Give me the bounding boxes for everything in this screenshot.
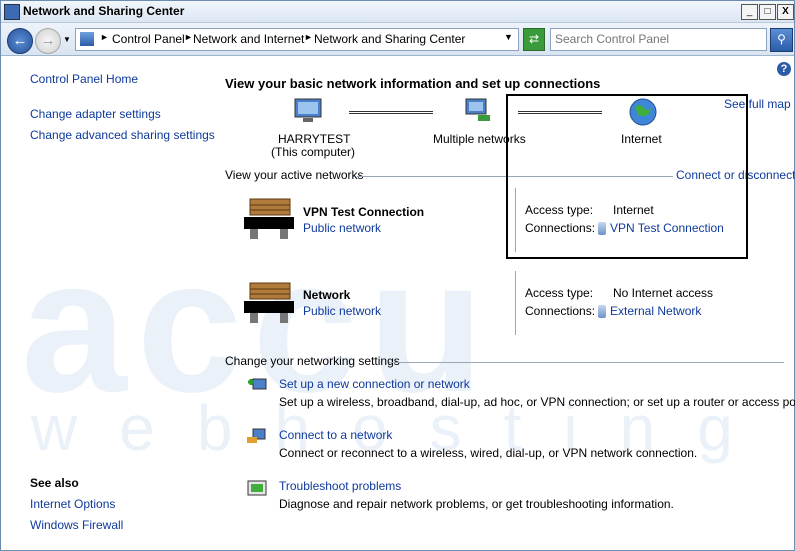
network-name: VPN Test Connection bbox=[303, 205, 425, 219]
help-icon[interactable]: ? bbox=[777, 62, 791, 76]
back-button[interactable]: ← bbox=[7, 28, 33, 54]
search-button[interactable]: ⚲ bbox=[770, 28, 793, 52]
recent-pages-chevron-icon[interactable]: ▼ bbox=[63, 35, 71, 44]
forward-button[interactable]: → bbox=[35, 28, 61, 54]
new-connection-icon bbox=[248, 378, 267, 390]
connection-link[interactable]: External Network bbox=[610, 304, 701, 318]
troubleshoot-desc: Diagnose and repair network problems, or… bbox=[279, 497, 674, 511]
navigation-toolbar: ← → ▼ ► Control Panel ► Network and Inte… bbox=[1, 23, 794, 56]
chevron-right-icon: ► bbox=[100, 32, 109, 42]
active-networks-heading: View your active networks bbox=[225, 168, 364, 182]
breadcrumb-network-and-internet[interactable]: Network and Internet bbox=[193, 32, 304, 46]
connect-network-icon bbox=[247, 428, 266, 443]
search-box[interactable] bbox=[550, 28, 767, 51]
address-bar[interactable]: ► Control Panel ► Network and Internet ►… bbox=[75, 28, 519, 51]
network-name: Network bbox=[303, 288, 351, 302]
network-center-icon bbox=[4, 4, 20, 20]
address-dropdown-icon[interactable]: ▼ bbox=[504, 32, 513, 42]
refresh-icon: ⇄ bbox=[528, 32, 540, 46]
connect-to-network-link[interactable]: Connect to a network bbox=[279, 428, 392, 442]
troubleshoot-link[interactable]: Troubleshoot problems bbox=[279, 479, 401, 493]
close-button[interactable]: X bbox=[777, 4, 794, 20]
refresh-button[interactable]: ⇄ bbox=[523, 28, 545, 51]
control-panel-home-link[interactable]: Control Panel Home bbox=[30, 72, 138, 86]
title-bar: Network and Sharing Center _ □ X bbox=[1, 1, 794, 23]
network-category-link[interactable]: Public network bbox=[303, 304, 381, 318]
connect-to-network-desc: Connect or reconnect to a wireless, wire… bbox=[279, 446, 698, 460]
page-heading: View your basic network information and … bbox=[225, 76, 601, 91]
public-network-bench-icon bbox=[244, 198, 294, 239]
access-type-label: Access type: bbox=[525, 286, 594, 300]
section-divider bbox=[389, 362, 784, 363]
minimize-button[interactable]: _ bbox=[741, 4, 758, 20]
highlight-box bbox=[506, 94, 748, 259]
setup-connection-desc: Set up a wireless, broadband, dial-up, a… bbox=[279, 395, 795, 409]
multiple-networks-icon bbox=[465, 98, 490, 121]
setup-connection-link[interactable]: Set up a new connection or network bbox=[279, 377, 470, 391]
search-icon: ⚲ bbox=[777, 32, 786, 46]
internet-options-link[interactable]: Internet Options bbox=[30, 497, 115, 511]
troubleshoot-icon bbox=[247, 480, 267, 496]
change-settings-heading: Change your networking settings bbox=[225, 354, 400, 368]
network-category-link[interactable]: Public network bbox=[303, 221, 381, 235]
public-network-bench-icon bbox=[244, 282, 294, 323]
window-title: Network and Sharing Center bbox=[23, 4, 185, 18]
computer-subtitle: (This computer) bbox=[271, 145, 356, 159]
computer-icon bbox=[294, 98, 322, 122]
connection-line-1 bbox=[349, 111, 433, 114]
change-advanced-sharing-link[interactable]: Change advanced sharing settings bbox=[30, 128, 215, 142]
chevron-right-icon[interactable]: ► bbox=[304, 32, 313, 42]
computer-name: HARRYTEST bbox=[278, 132, 351, 146]
network-divider bbox=[515, 271, 516, 335]
connection-entry: External Network bbox=[598, 304, 701, 319]
windows-firewall-link[interactable]: Windows Firewall bbox=[30, 518, 123, 532]
breadcrumb-control-panel[interactable]: Control Panel bbox=[112, 32, 185, 46]
breadcrumb-network-sharing-center[interactable]: Network and Sharing Center bbox=[314, 32, 465, 46]
forward-arrow-icon: → bbox=[40, 32, 56, 49]
ethernet-connection-icon bbox=[598, 305, 606, 319]
search-input[interactable] bbox=[555, 32, 760, 46]
chevron-right-icon[interactable]: ► bbox=[184, 32, 193, 42]
see-also-heading: See also bbox=[30, 476, 79, 490]
connections-label: Connections: bbox=[525, 304, 596, 318]
access-type-value: No Internet access bbox=[613, 286, 714, 300]
change-adapter-settings-link[interactable]: Change adapter settings bbox=[30, 107, 161, 121]
control-panel-icon bbox=[80, 32, 94, 46]
window: accu webhosting Network and Sharing Cent… bbox=[0, 0, 795, 551]
maximize-button[interactable]: □ bbox=[759, 4, 776, 20]
back-arrow-icon: ← bbox=[12, 32, 28, 49]
